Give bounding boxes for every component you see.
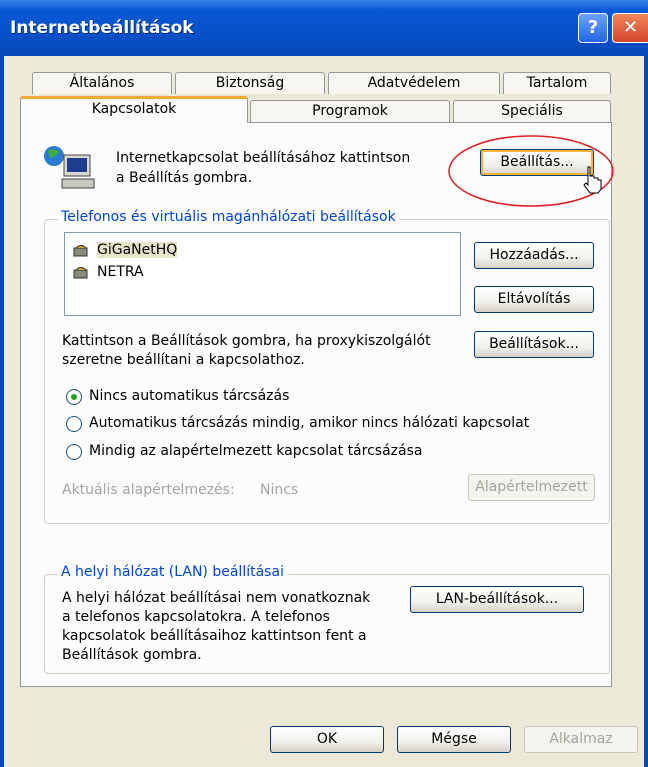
connection-name: GiGaNetHQ (97, 242, 178, 258)
radio-always-dial-default-label[interactable]: Mindig az alapértelmezett kapcsolat tárc… (89, 443, 422, 460)
apply-button-label: Alkalmaz (549, 731, 613, 747)
list-item-netra[interactable]: NETRA (73, 261, 144, 283)
add-button[interactable]: Hozzáadás... (474, 242, 594, 269)
lan-settings-button-label: LAN-beállítások... (435, 591, 559, 607)
lan-text-line2: a telefonos kapcsolatokra. A telefonos (62, 609, 330, 625)
dialup-vpn-legend: Telefonos és virtuális magánhálózati beá… (58, 209, 399, 225)
tab-label: Adatvédelem (367, 75, 461, 91)
tab-label: Tartalom (526, 75, 588, 91)
proxy-text-line2: szeretne beállítani a kapcsolathoz. (62, 352, 305, 368)
radio-autodial-when-no-network[interactable] (66, 416, 82, 432)
tab-label: Általános (69, 75, 135, 91)
setup-text-line1: Internetkapcsolat beállításához kattints… (116, 150, 411, 166)
lan-settings-legend: A helyi hálózat (LAN) beállításai (58, 564, 287, 580)
lan-settings-button[interactable]: LAN-beállítások... (410, 586, 584, 613)
tab-label: Speciális (501, 103, 563, 119)
close-button[interactable]: ✕ (612, 13, 648, 43)
apply-button[interactable]: Alkalmaz (524, 726, 638, 753)
ok-button-label: OK (316, 731, 338, 747)
help-button[interactable]: ? (578, 13, 608, 43)
help-icon: ? (587, 17, 599, 38)
lan-text-line4: Beállítások gombra. (62, 647, 202, 663)
current-default-value: Nincs (260, 482, 299, 498)
tab-altalanos[interactable]: Általános (32, 72, 172, 94)
tab-adatvedelem[interactable]: Adatvédelem (328, 72, 500, 94)
connections-list[interactable]: GiGaNetHQ NETRA (64, 232, 461, 316)
add-button-label: Hozzáadás... (489, 247, 579, 263)
close-icon: ✕ (622, 17, 639, 38)
dialup-connection-icon (73, 267, 88, 279)
remove-button[interactable]: Eltávolítás (474, 286, 594, 313)
radio-autodial-when-no-network-label[interactable]: Automatikus tárcsázás mindig, amikor nin… (89, 415, 529, 432)
internet-options-dialog: Internetbeállítások ? ✕ Általános Bizton… (0, 0, 648, 767)
cancel-button[interactable]: Mégse (397, 726, 511, 753)
title-bar[interactable]: Internetbeállítások ? ✕ (0, 0, 648, 56)
tab-label: Kapcsolatok (91, 101, 177, 117)
proxy-settings-button[interactable]: Beállítások... (474, 331, 594, 358)
set-default-button-label: Alapértelmezett (475, 479, 588, 495)
radio-always-dial-default[interactable] (66, 444, 82, 460)
list-item-giganethq[interactable]: GiGaNetHQ (73, 239, 178, 261)
tab-programok[interactable]: Programok (250, 100, 450, 122)
tab-specialis[interactable]: Speciális (453, 100, 611, 122)
mouse-cursor-icon (583, 166, 602, 194)
radio-no-autodial[interactable] (66, 389, 82, 405)
tab-biztonsag[interactable]: Biztonság (175, 72, 325, 94)
proxy-text-line1: Kattintson a Beállítások gombra, ha prox… (62, 333, 431, 349)
current-default-label: Aktuális alapértelmezés: (62, 482, 235, 498)
cancel-button-label: Mégse (431, 731, 477, 747)
dialup-connection-icon (73, 245, 88, 257)
tab-label: Programok (312, 103, 388, 119)
window-frame-right (644, 56, 648, 767)
network-computer-icon (44, 146, 95, 189)
setup-text-line2: a Beállítás gombra. (116, 170, 253, 186)
lan-text-line1: A helyi hálózat beállításai nem vonatkoz… (62, 590, 371, 606)
tab-kapcsolatok[interactable]: Kapcsolatok (20, 96, 248, 123)
ok-button[interactable]: OK (270, 726, 384, 753)
remove-button-label: Eltávolítás (497, 291, 571, 307)
window-frame-left (0, 56, 4, 767)
window-title: Internetbeállítások (10, 18, 194, 38)
set-default-button[interactable]: Alapértelmezett (468, 474, 595, 501)
tab-tartalom[interactable]: Tartalom (503, 72, 611, 94)
connection-name: NETRA (97, 264, 144, 280)
tab-label: Biztonság (215, 75, 285, 91)
proxy-settings-button-label: Beállítások... (489, 336, 579, 352)
radio-no-autodial-label[interactable]: Nincs automatikus tárcsázás (89, 388, 289, 405)
lan-text-line3: kapcsolatok beállításaihoz kattintson fe… (62, 628, 367, 644)
